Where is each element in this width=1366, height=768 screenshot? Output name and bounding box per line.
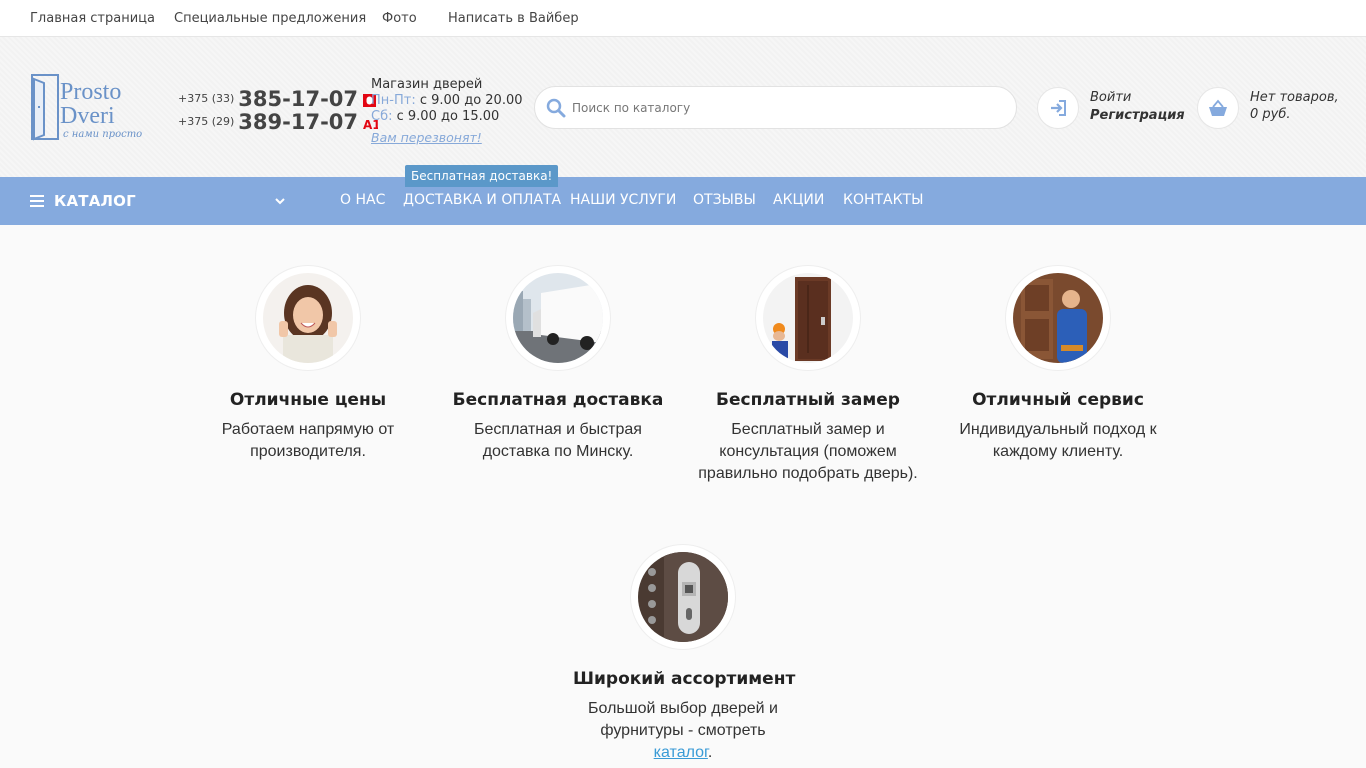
nav-about[interactable]: О НАС xyxy=(340,192,385,208)
feature-service: Отличный сервис Индивидуальный подход к … xyxy=(948,266,1168,463)
register-link[interactable]: Регистрация xyxy=(1090,107,1185,125)
feature-text: Работаем напрямую от производителя. xyxy=(221,421,395,460)
top-link-photo[interactable]: Фото xyxy=(382,11,417,26)
feature-title: Отличные цены xyxy=(229,390,387,410)
feature-image-truck xyxy=(506,266,610,370)
feature-measurement: Бесплатный замер Бесплатный замер и конс… xyxy=(698,266,918,485)
nav-reviews[interactable]: ОТЗЫВЫ xyxy=(693,192,756,208)
weekday-hours: с 9.00 до 20.00 xyxy=(419,93,523,108)
top-link-viber[interactable]: Написать в Вайбер xyxy=(448,11,579,26)
search-input[interactable] xyxy=(572,97,992,119)
phone-block: +375 (33) 385-17-07 +375 (29) 389-17-07 … xyxy=(178,87,381,134)
nav-services[interactable]: НАШИ УСЛУГИ xyxy=(570,192,676,208)
feature-text: Бесплатный замер и консультация (поможем… xyxy=(698,421,918,482)
nav-contacts[interactable]: КОНТАКТЫ xyxy=(843,192,923,208)
phone-code: +375 (33) xyxy=(178,92,235,105)
basket-icon xyxy=(1209,99,1227,116)
feature-text: Бесплатная и быстрая доставка по Минску. xyxy=(474,421,642,460)
phone-number[interactable]: 385-17-07 xyxy=(238,87,358,111)
catalog-label: КАТАЛОГ xyxy=(54,192,136,210)
logo-tagline: с нами просто xyxy=(63,129,142,140)
site-logo[interactable]: Prosto Dveri с нами просто xyxy=(30,73,150,143)
feature-delivery: Бесплатная доставка Бесплатная и быстрая… xyxy=(448,266,668,463)
cart-items-count: Нет товаров, xyxy=(1250,90,1339,105)
search-icon[interactable] xyxy=(546,98,566,118)
feature-title: Отличный сервис xyxy=(972,390,1144,410)
logo-word-prosto: Prosto xyxy=(60,79,121,105)
top-link-home[interactable]: Главная страница xyxy=(30,11,155,26)
phone-number[interactable]: 389-17-07 xyxy=(238,110,358,134)
feature-text: Большой выбор дверей и фурнитуры - смотр… xyxy=(573,698,793,764)
feature-image-door-lock xyxy=(631,545,735,649)
logo-word-dveri: Dveri xyxy=(60,103,115,129)
chevron-down-icon xyxy=(275,198,285,205)
shop-info: Магазин дверей Пн-Пт: с 9.00 до 20.00 Сб… xyxy=(371,77,523,147)
site-header: Prosto Dveri с нами просто +375 (33) 385… xyxy=(0,37,1366,177)
cart-total: 0 руб. xyxy=(1250,107,1291,122)
feature-image-installer-door xyxy=(756,266,860,370)
feature-title: Бесплатный замер xyxy=(716,390,900,410)
phone-row-mts[interactable]: +375 (33) 385-17-07 xyxy=(178,87,377,111)
weekday-label: Пн-Пт: xyxy=(371,93,416,108)
login-link[interactable]: Войти xyxy=(1090,89,1185,107)
feature-text-main: Большой выбор дверей и фурнитуры - смотр… xyxy=(588,700,778,739)
feature-assortment: Широкий ассортимент Большой выбор дверей… xyxy=(573,545,796,764)
feature-text: Индивидуальный подход к каждому клиенту. xyxy=(959,421,1157,460)
feature-title: Бесплатная доставка xyxy=(452,390,664,410)
shop-title: Магазин дверей xyxy=(371,77,483,92)
weekday-hours-row: Пн-Пт: с 9.00 до 20.00 xyxy=(371,93,523,109)
feature-text-end: . xyxy=(707,744,713,761)
saturday-label: Сб: xyxy=(371,109,393,124)
catalog-link[interactable]: каталог xyxy=(654,744,708,761)
top-bar: Главная страница Специальные предложения… xyxy=(0,0,1366,37)
saturday-hours-row: Сб: с 9.00 до 15.00 xyxy=(371,109,523,125)
feature-prices: Отличные цены Работаем напрямую от произ… xyxy=(198,266,418,463)
login-icon xyxy=(1051,100,1066,116)
phone-row-a1[interactable]: +375 (29) 389-17-07 A1 xyxy=(178,110,381,134)
phone-code: +375 (29) xyxy=(178,115,235,128)
feature-title: Широкий ассортимент xyxy=(573,669,796,689)
catalog-menu-button[interactable]: КАТАЛОГ xyxy=(30,177,290,225)
cart-button[interactable] xyxy=(1197,87,1239,129)
search-box[interactable] xyxy=(534,86,1017,129)
top-link-special-offers[interactable]: Специальные предложения xyxy=(174,11,366,26)
account-links: Войти Регистрация xyxy=(1090,89,1185,125)
feature-image-workman xyxy=(1006,266,1110,370)
cart-summary[interactable]: Нет товаров, 0 руб. xyxy=(1250,89,1339,123)
callback-link[interactable]: Вам перезвонят! xyxy=(371,130,482,146)
menu-icon xyxy=(30,195,44,207)
login-button[interactable] xyxy=(1037,87,1079,129)
saturday-hours: с 9.00 до 15.00 xyxy=(396,109,500,124)
free-delivery-badge: Бесплатная доставка! xyxy=(405,165,559,187)
nav-promotions[interactable]: АКЦИИ xyxy=(773,192,824,208)
nav-delivery[interactable]: ДОСТАВКА И ОПЛАТА xyxy=(403,192,561,208)
main-nav: КАТАЛОГ О НАС ДОСТАВКА И ОПЛАТА НАШИ УСЛ… xyxy=(0,177,1366,225)
feature-image-happy-woman xyxy=(256,266,360,370)
